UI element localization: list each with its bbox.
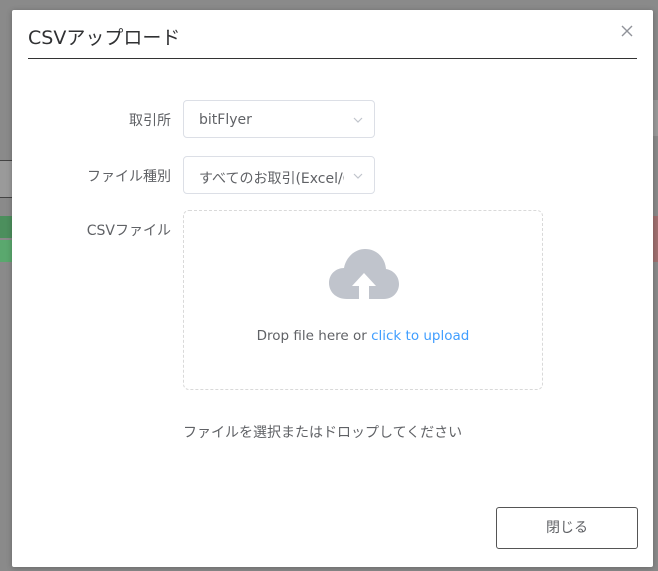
- dialog-header: CSVアップロード: [28, 10, 637, 59]
- file-type-select-value: すべてのお取引(Excel/CSV): [199, 171, 344, 187]
- exchange-row: 取引所 bitFlyer: [12, 100, 653, 140]
- dialog-title: CSVアップロード: [28, 27, 181, 49]
- exchange-label: 取引所: [129, 113, 171, 129]
- chevron-down-icon: [352, 114, 364, 126]
- backdrop-row: [0, 216, 12, 238]
- csv-file-label: CSVファイル: [86, 223, 171, 239]
- drop-text: Drop file here or: [256, 328, 372, 344]
- backdrop-row: [0, 240, 12, 262]
- file-type-label: ファイル種別: [87, 169, 171, 185]
- file-drop-zone[interactable]: Drop file here or click to upload: [183, 210, 543, 390]
- file-type-select[interactable]: すべてのお取引(Excel/CSV): [183, 156, 375, 194]
- click-to-upload-link[interactable]: click to upload: [371, 328, 469, 344]
- chevron-down-icon: [352, 170, 364, 182]
- close-button[interactable]: 閉じる: [496, 507, 638, 549]
- cloud-upload-icon: [329, 249, 399, 303]
- drop-instructions: Drop file here or click to upload: [184, 328, 542, 344]
- dialog-close-button[interactable]: [619, 23, 635, 39]
- exchange-select-value: bitFlyer: [199, 112, 252, 128]
- file-select-hint: ファイルを選択またはドロップしてください: [183, 425, 463, 441]
- close-icon: [621, 25, 633, 37]
- file-type-row: ファイル種別 すべてのお取引(Excel/CSV): [12, 156, 653, 196]
- csv-upload-dialog: CSVアップロード 取引所 bitFlyer ファイル種別 すべてのお取引(Ex…: [12, 10, 653, 567]
- exchange-select[interactable]: bitFlyer: [183, 100, 375, 138]
